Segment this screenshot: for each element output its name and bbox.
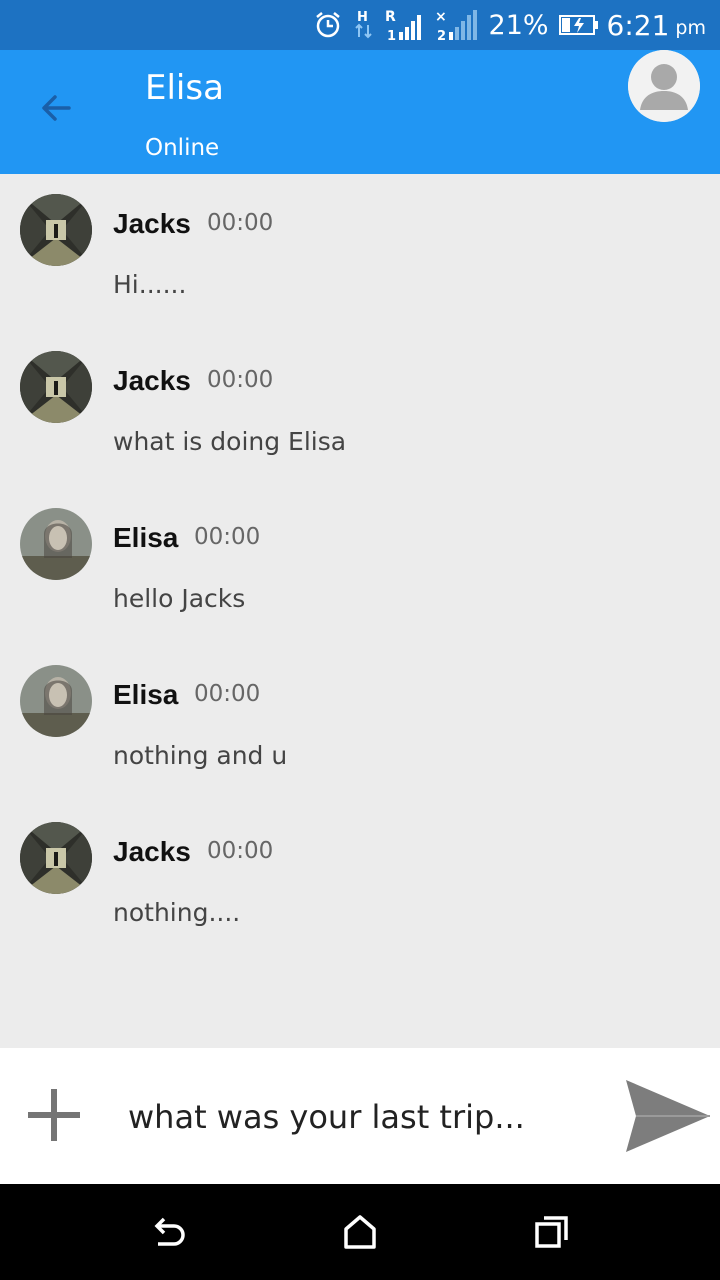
- message-time: 00:00: [207, 210, 274, 236]
- svg-text:H: H: [357, 10, 368, 25]
- message-text: nothing and u: [113, 741, 288, 770]
- contact-avatar[interactable]: [628, 50, 700, 122]
- battery-charging-icon: [558, 13, 599, 37]
- message-input[interactable]: [128, 1092, 598, 1142]
- svg-text:R: R: [385, 9, 396, 25]
- avatar-elisa[interactable]: [20, 508, 92, 580]
- message-text: Hi......: [113, 270, 187, 299]
- avatar-jacks[interactable]: [20, 822, 92, 894]
- home-icon: [344, 1215, 376, 1249]
- message-time: 00:00: [194, 681, 261, 707]
- signal-sim1-icon: R1: [385, 8, 425, 42]
- send-button[interactable]: [624, 1078, 712, 1154]
- message-list[interactable]: Jacks 00:00 Hi...... Jacks 00:00 what is…: [0, 174, 720, 1048]
- message-text: what is doing Elisa: [113, 427, 347, 456]
- alarm-icon: [313, 10, 343, 40]
- avatar-elisa[interactable]: [20, 665, 92, 737]
- hspa-data-icon: H: [353, 9, 375, 41]
- svg-text:1: 1: [387, 29, 396, 42]
- message-time: 00:00: [207, 367, 274, 393]
- message-composer: [0, 1048, 720, 1184]
- message-text: hello Jacks: [113, 584, 246, 613]
- nav-home-button[interactable]: [336, 1208, 384, 1256]
- message-item: Jacks 00:00 Hi......: [0, 174, 720, 331]
- contact-status: Online: [145, 135, 220, 161]
- clock-time: 6:21: [606, 8, 670, 42]
- battery-percent: 21%: [488, 9, 549, 41]
- message-sender: Jacks: [113, 365, 191, 396]
- person-placeholder-icon: [628, 50, 700, 122]
- system-nav-bar: [0, 1184, 720, 1280]
- signal-sim2-icon: × 2: [435, 8, 479, 42]
- message-item: Elisa 00:00 nothing and u: [0, 645, 720, 802]
- contact-name[interactable]: Elisa: [145, 68, 224, 108]
- svg-text:×: ×: [435, 9, 447, 25]
- avatar-jacks[interactable]: [20, 351, 92, 423]
- avatar-jacks[interactable]: [20, 194, 92, 266]
- message-sender: Elisa: [113, 522, 179, 553]
- nav-recents-button[interactable]: [528, 1208, 576, 1256]
- svg-text:2: 2: [437, 29, 446, 42]
- recent-apps-icon: [535, 1216, 568, 1248]
- back-button[interactable]: [28, 80, 84, 136]
- message-sender: Jacks: [113, 208, 191, 239]
- attach-button[interactable]: [22, 1083, 86, 1147]
- plus-icon: [28, 1089, 80, 1141]
- message-sender: Elisa: [113, 679, 179, 710]
- status-bar: H R1 × 2 21% 6:21 pm: [0, 0, 720, 50]
- message-item: Elisa 00:00 hello Jacks: [0, 488, 720, 645]
- message-item: Jacks 00:00 what is doing Elisa: [0, 331, 720, 488]
- clock-ampm: pm: [675, 17, 706, 39]
- message-sender: Jacks: [113, 836, 191, 867]
- message-text: nothing....: [113, 898, 241, 927]
- message-item: Jacks 00:00 nothing....: [0, 802, 720, 959]
- message-time: 00:00: [207, 838, 274, 864]
- chat-header: Elisa Online: [0, 50, 720, 174]
- send-icon: [626, 1080, 710, 1152]
- message-time: 00:00: [194, 524, 261, 550]
- arrow-back-icon: [42, 95, 71, 121]
- nav-back-button[interactable]: [144, 1208, 192, 1256]
- back-icon: [154, 1217, 185, 1246]
